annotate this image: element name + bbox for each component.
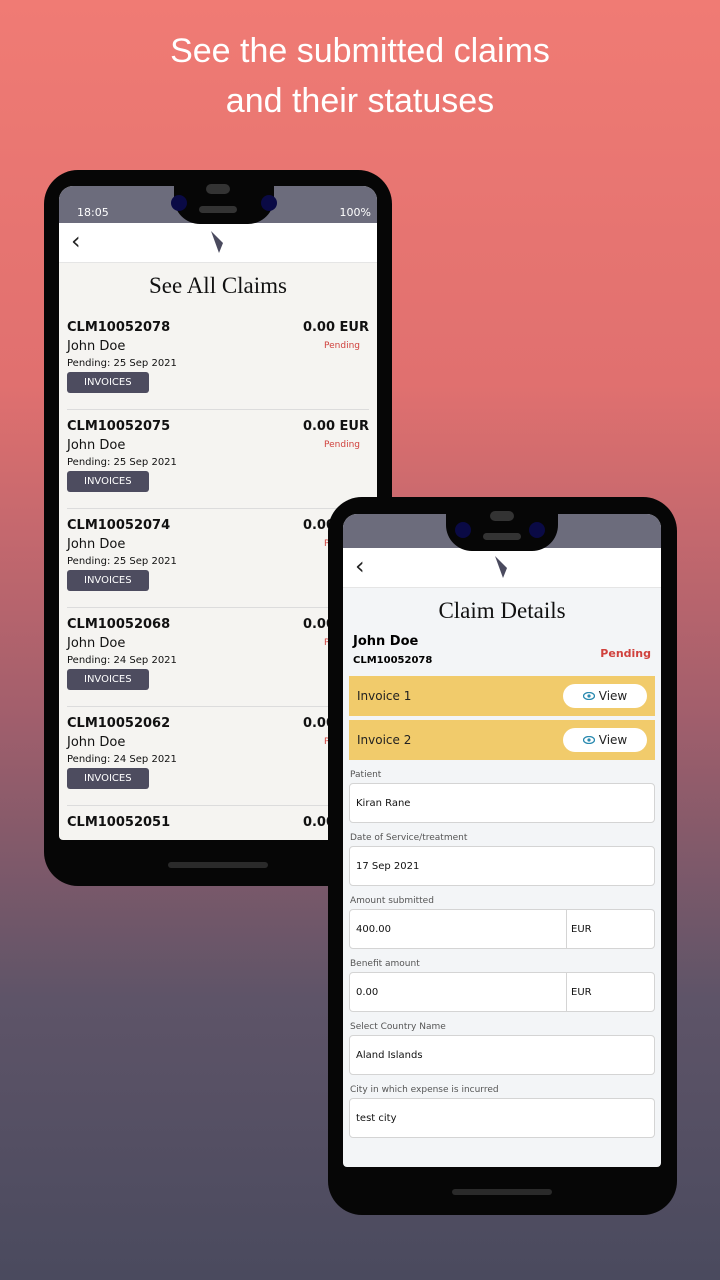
page-title: Claim Details — [438, 598, 566, 623]
currency-field[interactable]: EUR — [566, 910, 654, 948]
field-input[interactable]: 0.00 EUR — [349, 972, 655, 1012]
claim-date: Pending: 25 Sep 2021 — [67, 358, 177, 369]
field-value: 17 Sep 2021 — [356, 860, 420, 872]
field-value: 400.00 — [356, 923, 391, 935]
claim-amount: 0.00 EUR — [302, 419, 369, 434]
invoices-button[interactable]: INVOICES — [67, 372, 149, 393]
eye-icon — [582, 736, 595, 744]
logo-icon — [211, 231, 223, 253]
logo-icon — [495, 556, 507, 578]
headline-line-1: See the submitted claims — [170, 32, 550, 70]
field-label: Select Country Name — [350, 1022, 446, 1032]
invoices-button[interactable]: INVOICES — [67, 471, 149, 492]
field-label: Benefit amount — [350, 959, 420, 969]
view-invoice-button[interactable]: View — [563, 684, 647, 708]
claim-date: Pending: 25 Sep 2021 — [67, 556, 177, 567]
field-input[interactable]: 400.00 EUR — [349, 909, 655, 949]
eye-icon — [582, 692, 595, 700]
invoice-label: Invoice 2 — [357, 733, 412, 747]
field-value: 0.00 — [356, 986, 379, 998]
invoice-label: Invoice 1 — [357, 689, 412, 703]
claim-date: Pending: 25 Sep 2021 — [67, 457, 177, 468]
page-title: See All Claims — [149, 273, 287, 298]
field-value: Aland Islands — [356, 1049, 423, 1061]
claim-date: Pending: 24 Sep 2021 — [67, 655, 177, 666]
field-input[interactable]: 17 Sep 2021 — [349, 846, 655, 886]
invoice-row: Invoice 2 View — [349, 720, 655, 760]
claimant-name: John Doe — [353, 634, 419, 649]
field-value: test city — [356, 1112, 397, 1124]
field-value: Kiran Rane — [356, 797, 411, 809]
status-time: 18:05 — [77, 206, 109, 219]
field-label: Amount submitted — [350, 896, 434, 906]
view-label: View — [598, 733, 628, 747]
claim-row[interactable]: CLM10052078 John Doe Pending: 25 Sep 202… — [67, 311, 369, 410]
invoices-button[interactable]: INVOICES — [67, 768, 149, 789]
claim-row[interactable]: CLM10052062 John Doe Pending: 24 Sep 202… — [67, 707, 369, 806]
status-badge: Pending — [324, 440, 360, 450]
claim-date: Pending: 24 Sep 2021 — [67, 754, 177, 765]
headline-line-2: and their statuses — [225, 82, 495, 120]
currency-field[interactable]: EUR — [566, 973, 654, 1011]
status-badge: Pending — [600, 647, 651, 660]
field-label: Patient — [350, 770, 382, 780]
phone-claim-details: ‹ Claim Details John Doe CLM10052078 Pen… — [328, 497, 677, 1215]
claim-row[interactable]: CLM10052074 John Doe Pending: 25 Sep 202… — [67, 509, 369, 608]
field-label: City in which expense is incurred — [350, 1085, 499, 1095]
invoices-button[interactable]: INVOICES — [67, 669, 149, 690]
invoice-row: Invoice 1 View — [349, 676, 655, 716]
claim-row[interactable]: CLM10052051 0.00 EUR — [67, 806, 369, 840]
field-input[interactable]: Aland Islands — [349, 1035, 655, 1075]
status-badge: Pending — [324, 341, 360, 351]
claim-row[interactable]: CLM10052075 John Doe Pending: 25 Sep 202… — [67, 410, 369, 509]
headline: See the submitted claims and their statu… — [0, 26, 720, 126]
view-invoice-button[interactable]: View — [563, 728, 647, 752]
back-button[interactable]: ‹ — [355, 552, 365, 580]
field-input[interactable]: Kiran Rane — [349, 783, 655, 823]
invoices-button[interactable]: INVOICES — [67, 570, 149, 591]
view-label: View — [598, 689, 628, 703]
home-bar — [168, 862, 268, 868]
claim-amount: 0.00 EUR — [302, 320, 369, 335]
status-battery: 100% — [339, 206, 371, 219]
home-bar — [452, 1189, 552, 1195]
back-button[interactable]: ‹ — [71, 227, 81, 255]
field-label: Date of Service/treatment — [350, 833, 468, 843]
claim-row[interactable]: CLM10052068 John Doe Pending: 24 Sep 202… — [67, 608, 369, 707]
field-input[interactable]: test city — [349, 1098, 655, 1138]
